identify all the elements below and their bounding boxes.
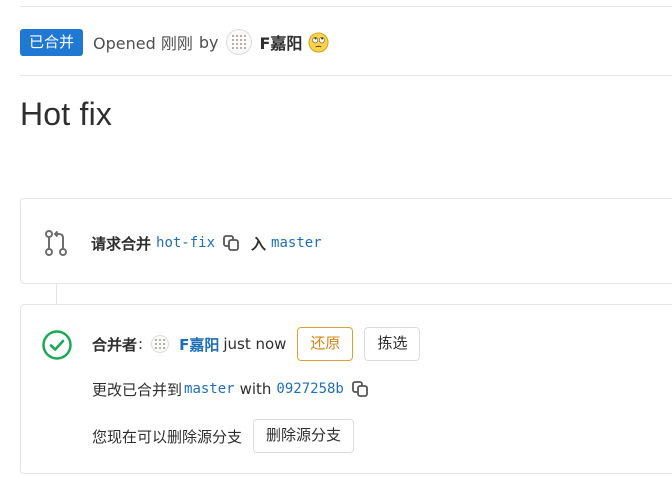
merger-avatar[interactable] bbox=[151, 335, 170, 353]
status-badge: 已合并 bbox=[20, 28, 84, 56]
header-divider bbox=[20, 75, 672, 76]
face-with-rolling-eyes-emoji-icon bbox=[308, 31, 329, 53]
commit-sha-link[interactable]: 0927258b bbox=[276, 381, 343, 397]
copy-icon bbox=[223, 235, 239, 251]
check-circle-icon bbox=[42, 330, 72, 360]
merger-name-link[interactable]: F嘉阳 bbox=[179, 334, 219, 355]
merged-widget-card: 合并者 : F嘉阳 just now 还原 拣选 更改已合并到 master w… bbox=[20, 304, 672, 474]
merged-by-colon: : bbox=[138, 335, 144, 353]
target-branch-link[interactable]: master bbox=[271, 235, 322, 251]
source-branch-link[interactable]: hot-fix bbox=[156, 235, 215, 251]
merged-by-row: 合并者 : F嘉阳 just now 还原 拣选 bbox=[92, 327, 421, 361]
author-name-link[interactable]: F嘉阳 bbox=[259, 30, 302, 54]
merged-time: just now bbox=[223, 335, 287, 353]
merged-into-row: 更改已合并到 master with 0927258b bbox=[92, 377, 370, 401]
merged-into-text: 更改已合并到 bbox=[92, 380, 183, 399]
with-text: with bbox=[239, 380, 272, 398]
merged-into-branch-link[interactable]: master bbox=[184, 381, 235, 397]
merge-request-branches: 请求合并 hot-fix 入 master bbox=[43, 229, 322, 257]
into-label: 入 bbox=[251, 234, 267, 253]
copy-icon bbox=[351, 381, 368, 397]
page-title: Hot fix bbox=[20, 96, 113, 132]
merge-request-icon bbox=[45, 230, 67, 256]
merge-request-card: 请求合并 hot-fix 入 master bbox=[20, 198, 672, 284]
cherry-pick-button[interactable]: 拣选 bbox=[364, 327, 421, 361]
identicon-avatar-icon bbox=[232, 35, 247, 49]
copy-sha-button[interactable] bbox=[350, 379, 370, 399]
copy-branch-button[interactable] bbox=[221, 233, 241, 253]
remove-branch-row: 您现在可以删除源分支 删除源分支 bbox=[92, 419, 355, 453]
by-text: by bbox=[198, 32, 219, 52]
revert-button[interactable]: 还原 bbox=[297, 327, 354, 361]
identicon-avatar-icon bbox=[155, 339, 166, 349]
timeline-connector bbox=[56, 284, 57, 304]
author-avatar[interactable] bbox=[226, 29, 253, 55]
merged-by-label: 合并者 bbox=[92, 335, 138, 354]
opened-text: Opened 刚刚 bbox=[93, 34, 193, 53]
remove-branch-text: 您现在可以删除源分支 bbox=[92, 427, 243, 446]
mr-header: 已合并 Opened 刚刚 by F嘉阳 bbox=[20, 28, 329, 56]
top-divider bbox=[20, 6, 672, 7]
merge-request-label: 请求合并 bbox=[91, 234, 152, 253]
remove-source-branch-button[interactable]: 删除源分支 bbox=[253, 419, 355, 453]
